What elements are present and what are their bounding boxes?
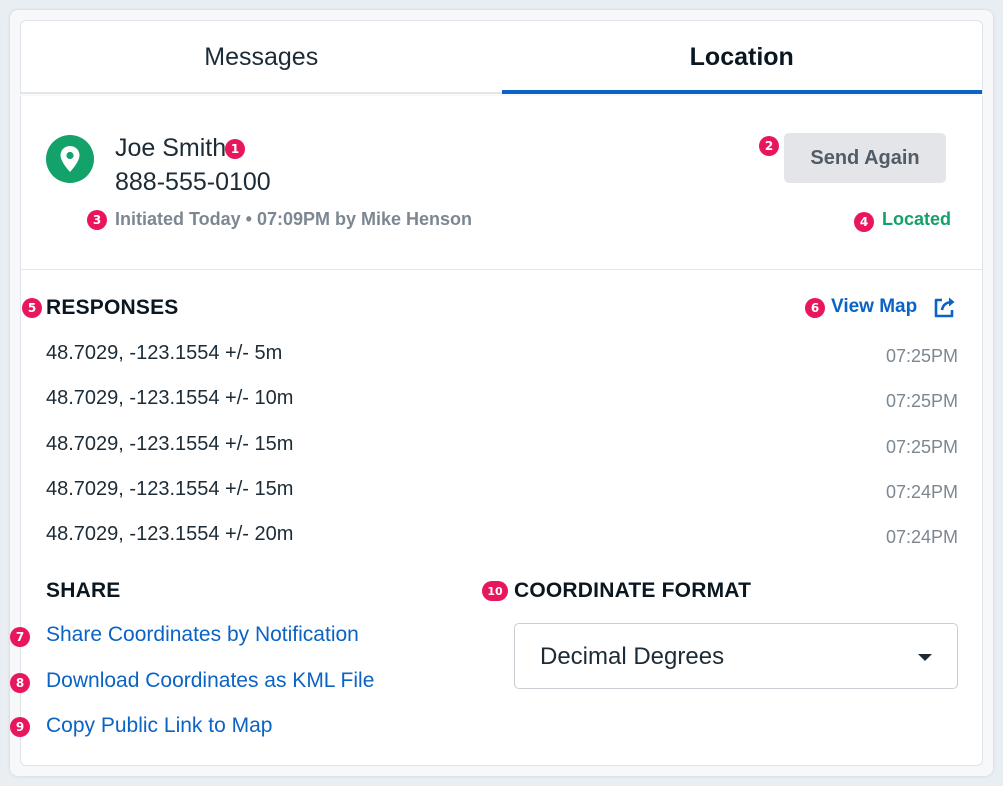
response-coordinates: 48.7029, -123.1554 +/- 20m <box>46 523 294 545</box>
annotation-badge-8: 8 <box>10 673 30 693</box>
response-row: 48.7029, -123.1554 +/- 5m 07:25PM <box>46 342 958 372</box>
send-again-button[interactable]: Send Again <box>784 133 946 183</box>
responses-heading: RESPONSES <box>46 296 179 319</box>
response-coordinates: 48.7029, -123.1554 +/- 15m <box>46 433 294 455</box>
copy-public-link[interactable]: Copy Public Link to Map <box>46 714 272 738</box>
share-by-notification-link[interactable]: Share Coordinates by Notification <box>46 623 359 647</box>
tab-bar: Messages Location <box>20 20 983 94</box>
external-link-icon[interactable] <box>932 295 957 320</box>
annotation-badge-9: 9 <box>10 717 30 737</box>
response-time: 07:25PM <box>885 346 958 366</box>
contact-name: Joe Smith <box>115 134 227 162</box>
response-coordinates: 48.7029, -123.1554 +/- 15m <box>46 478 294 500</box>
response-row: 48.7029, -123.1554 +/- 15m 07:25PM <box>46 433 958 463</box>
download-kml-link[interactable]: Download Coordinates as KML File <box>46 669 374 693</box>
annotation-badge-4: 4 <box>854 212 874 232</box>
tab-messages-label: Messages <box>204 43 319 71</box>
initiated-info: Initiated Today • 07:09PM by Mike Henson <box>115 209 473 229</box>
annotation-badge-5: 5 <box>22 298 42 318</box>
divider <box>21 269 982 270</box>
response-row: 48.7029, -123.1554 +/- 10m 07:25PM <box>46 387 958 417</box>
annotation-badge-10: 10 <box>482 581 508 601</box>
coordinate-format-select[interactable]: Decimal Degrees <box>514 623 958 689</box>
view-map-link[interactable]: View Map <box>831 296 917 318</box>
annotation-badge-3: 3 <box>87 210 107 230</box>
response-row: 48.7029, -123.1554 +/- 15m 07:24PM <box>46 478 958 508</box>
tab-location-label: Location <box>689 43 794 71</box>
tab-messages[interactable]: Messages <box>21 21 502 94</box>
response-coordinates: 48.7029, -123.1554 +/- 5m <box>46 342 283 364</box>
annotation-badge-6: 6 <box>805 298 825 318</box>
annotation-badge-2: 2 <box>759 136 779 156</box>
response-row: 48.7029, -123.1554 +/- 20m 07:24PM <box>46 523 958 553</box>
map-pin-icon <box>46 135 94 183</box>
annotation-badge-7: 7 <box>10 627 30 647</box>
coordinate-format-heading: COORDINATE FORMAT <box>514 579 752 602</box>
share-heading: SHARE <box>46 579 121 602</box>
status-located: Located <box>881 209 951 229</box>
caret-down-icon <box>918 654 932 661</box>
annotation-badge-1: 1 <box>225 139 245 159</box>
response-coordinates: 48.7029, -123.1554 +/- 10m <box>46 387 294 409</box>
contact-phone: 888-555-0100 <box>115 168 271 196</box>
response-time: 07:25PM <box>885 437 958 457</box>
response-time: 07:24PM <box>885 482 958 502</box>
coordinate-format-value: Decimal Degrees <box>540 643 725 670</box>
response-time: 07:24PM <box>885 527 958 547</box>
tab-location[interactable]: Location <box>501 21 983 94</box>
response-time: 07:25PM <box>885 391 958 411</box>
